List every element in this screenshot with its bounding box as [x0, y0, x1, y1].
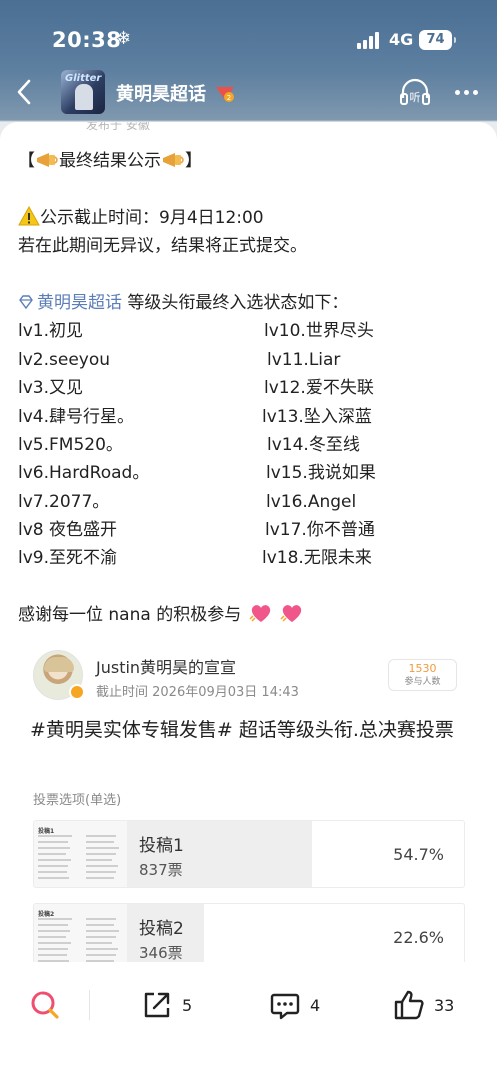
comment-count: 4: [310, 995, 321, 1015]
vote-author-name[interactable]: Justin黄明昊的宣宣: [96, 654, 236, 678]
vote-title: #黄明昊实体专辑发售# 超话等级头衔.总决赛投票: [30, 719, 454, 741]
vote-option[interactable]: 投稿1 投稿1 837票 54.7%: [33, 820, 465, 888]
more-options-button[interactable]: [450, 76, 482, 108]
level-item: lv2.seeyou: [18, 349, 111, 370]
level-item: lv11.Liar: [267, 349, 341, 370]
level-item: lv14.冬至线: [267, 434, 360, 455]
level-row: lv7.2077。 lv16.Angel: [18, 488, 488, 516]
deadline-line: 公示截止时间：9月4日12:00: [18, 204, 488, 232]
level-item: lv6.HardRoad。: [18, 463, 150, 484]
like-count: 33: [434, 995, 455, 1015]
level-item: lv15.我说如果: [266, 463, 376, 484]
intro-text: 等级头衔最终入选状态如下：: [122, 292, 349, 313]
post-sheet: 发布于 安徽 【最终结果公示】 公示截止时间：9月4日12:00 若在此期间无异…: [0, 122, 497, 962]
level-row: lv3.又见 lv12.爱不失联: [18, 374, 488, 402]
post-header: 最终结果公示: [59, 151, 161, 171]
level-item: lv17.你不普通: [265, 520, 375, 541]
option-thumbnail: 投稿2: [34, 904, 128, 962]
megaphone-icon: [163, 153, 184, 167]
chevron-left-icon: [17, 79, 31, 105]
back-button[interactable]: [8, 74, 40, 110]
level-item: lv18.无限未来: [262, 548, 372, 569]
svg-text:听: 听: [410, 91, 421, 104]
comment-icon: [270, 993, 300, 1020]
option-name: 投稿1: [139, 836, 184, 856]
level-item: lv10.世界尽头: [264, 321, 374, 342]
warning-icon: [18, 205, 40, 226]
thanks-line: 感谢每一位 nana 的积极参与: [18, 601, 488, 629]
ai-search-icon[interactable]: [28, 988, 62, 1020]
thanks-text: 感谢每一位 nana 的积极参与: [18, 605, 242, 626]
comment-button[interactable]: 4: [268, 988, 320, 1022]
diamond-icon: [19, 295, 33, 309]
bottom-action-bar: 5 4 33: [0, 962, 497, 1080]
share-icon: [144, 992, 170, 1018]
vote-option[interactable]: 投稿2 投稿2 346票 22.6%: [33, 903, 465, 962]
megaphone-icon: [37, 153, 58, 167]
level-row: lv1.初见 lv10.世界尽头: [18, 317, 488, 345]
level-item: lv7.2077。: [18, 491, 110, 512]
level-item: lv4.肆号行星。: [18, 406, 135, 427]
share-button[interactable]: 5: [140, 988, 192, 1022]
level-item: lv1.初见: [18, 321, 84, 342]
share-count: 5: [182, 995, 193, 1015]
heart-icon: [280, 605, 302, 623]
like-button[interactable]: 33: [392, 988, 454, 1022]
level-row: lv9.至死不渝 lv18.无限未来: [18, 544, 488, 572]
dot-icon: [463, 89, 469, 95]
battery-icon: 74: [419, 30, 456, 50]
heart-icon: [249, 605, 270, 623]
notice-text: 若在此期间无异议，结果将正式提交。: [18, 236, 307, 257]
levels-list: lv1.初见 lv10.世界尽头 lv2.seeyou lv11.Liar lv3.…: [18, 317, 488, 573]
level-row: lv5.FM520。 lv14.冬至线: [18, 431, 488, 459]
intro-line: 黄明昊超话 等级头衔最终入选状态如下：: [18, 289, 488, 317]
level-item: lv5.FM520。: [18, 434, 123, 455]
snowflake-icon: ❄: [116, 28, 132, 49]
topic-link[interactable]: 黄明昊超话: [18, 293, 122, 313]
vote-subtitle: 投票选项(单选): [33, 793, 122, 808]
signal-icon: [357, 31, 381, 49]
headphones-listen-icon: 听: [400, 78, 430, 105]
deadline-text: 公示截止时间：9月4日12:00: [40, 207, 264, 228]
level-row: lv2.seeyou lv11.Liar: [18, 346, 488, 374]
post-location-peek: 发布于 安徽: [86, 122, 150, 132]
topic-level-badge-icon: 2: [216, 87, 234, 102]
level-item: lv8 夜色盛开: [18, 520, 118, 541]
listen-button[interactable]: 听: [398, 76, 432, 108]
topic-avatar[interactable]: Glitter: [61, 70, 105, 114]
divider: [89, 990, 90, 1020]
verified-badge-icon: [69, 684, 85, 700]
participants-count: 1530: [408, 662, 437, 675]
level-row: lv4.肆号行星。 lv13.坠入深蓝: [18, 403, 488, 431]
top-nav: Glitter 黄明昊超话 2 听: [0, 62, 497, 122]
vote-card[interactable]: Justin黄明昊的宣宣 截止时间 2026年09月03日 14:43 1530…: [19, 641, 479, 962]
network-type: 4G: [389, 30, 414, 49]
option-percent: 54.7%: [393, 845, 444, 864]
level-item: lv3.又见: [18, 378, 84, 399]
option-votes: 346票: [139, 944, 183, 962]
vote-deadline: 截止时间 2026年09月03日 14:43: [96, 685, 299, 700]
participants-badge: 1530 参与人数: [388, 659, 457, 691]
dot-icon: [472, 89, 478, 95]
dot-icon: [454, 89, 460, 95]
option-name: 投稿2: [139, 919, 184, 939]
level-item: lv12.爱不失联: [264, 378, 374, 399]
level-row: lv8 夜色盛开 lv17.你不普通: [18, 516, 488, 544]
level-row: lv6.HardRoad。 lv15.我说如果: [18, 459, 488, 487]
post-header-line: 【最终结果公示】: [18, 151, 202, 171]
level-item: lv13.坠入深蓝: [262, 406, 372, 427]
thumbs-up-icon: [394, 990, 424, 1020]
level-item: lv16.Angel: [266, 491, 357, 512]
level-item: lv9.至死不渝: [18, 548, 118, 569]
option-thumbnail: 投稿1: [34, 821, 128, 887]
participants-label: 参与人数: [404, 677, 441, 687]
status-time: 20:38: [52, 28, 122, 52]
svg-text:2: 2: [227, 94, 231, 102]
option-percent: 22.6%: [393, 928, 444, 947]
topic-avatar-text: Glitter: [65, 73, 102, 84]
option-votes: 837票: [139, 861, 183, 879]
post-body: 【最终结果公示】 公示截止时间：9月4日12:00 若在此期间无异议，结果将正式…: [18, 147, 488, 630]
topic-title[interactable]: 黄明昊超话: [116, 80, 206, 106]
